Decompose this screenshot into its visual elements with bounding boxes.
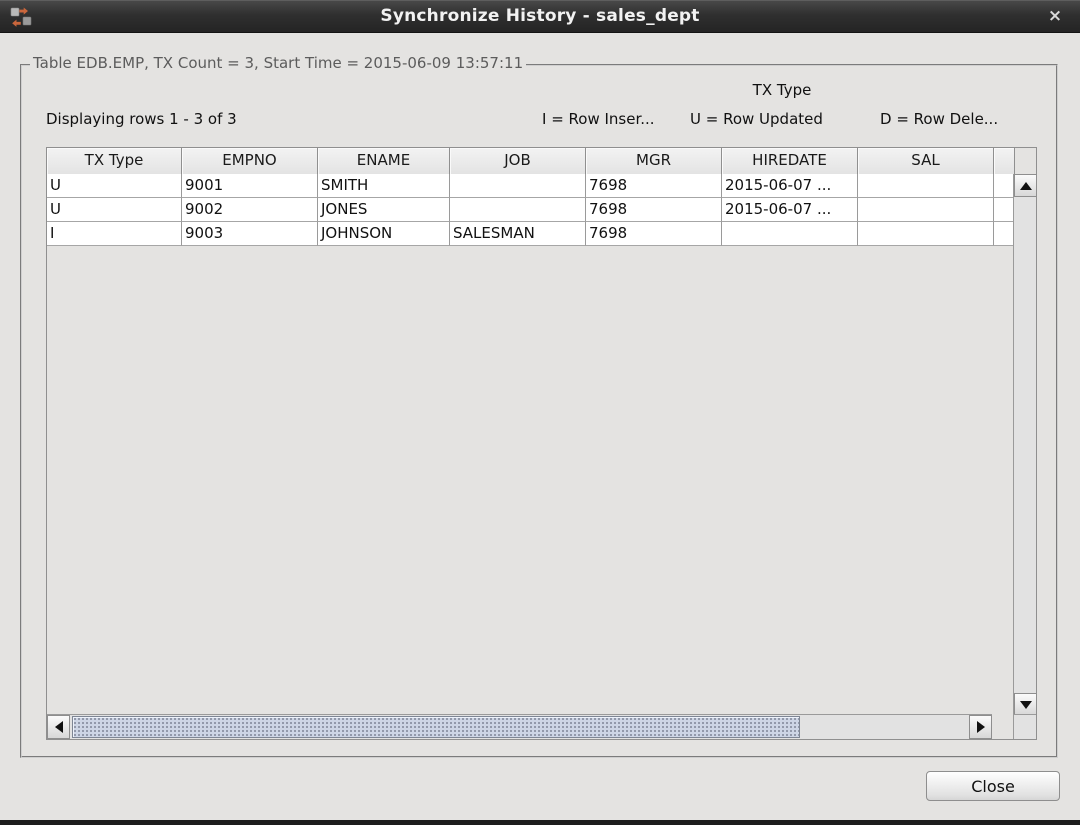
scrollbar-corner [1013, 714, 1036, 739]
table-cell[interactable]: 2015-06-07 ... [722, 198, 858, 222]
left-arrow-icon [55, 721, 63, 733]
table-cell[interactable]: JONES [318, 198, 450, 222]
table-cell[interactable]: 7698 [586, 174, 722, 198]
groupbox-title: Table EDB.EMP, TX Count = 3, Start Time … [30, 54, 526, 72]
column-header-job[interactable]: JOB [450, 148, 586, 174]
scroll-left-button[interactable] [47, 715, 70, 739]
table-scrollpane: TX TypeEMPNOENAMEJOBMGRHIREDATESAL U9001… [46, 147, 1037, 740]
column-header-tx-type[interactable]: TX Type [47, 148, 182, 174]
window-close-icon[interactable]: × [1044, 5, 1066, 27]
table-cell[interactable]: 9003 [182, 222, 318, 246]
table-header-row: TX TypeEMPNOENAMEJOBMGRHIREDATESAL [47, 148, 1015, 174]
column-header-mgr[interactable]: MGR [586, 148, 722, 174]
table-cell[interactable]: U [47, 198, 182, 222]
table-cell-filler [994, 174, 1015, 198]
table-cell[interactable]: 7698 [586, 222, 722, 246]
legend-row-deleted: D = Row Dele... [880, 110, 998, 128]
synchronize-history-dialog: Synchronize History - sales_dept × Table… [0, 0, 1080, 825]
titlebar[interactable]: Synchronize History - sales_dept × [0, 0, 1080, 33]
table-row[interactable]: I9003JOHNSONSALESMAN7698 [47, 222, 1015, 246]
table-cell[interactable]: 7698 [586, 198, 722, 222]
table-groupbox: Table EDB.EMP, TX Count = 3, Start Time … [20, 64, 1058, 758]
window-title: Synchronize History - sales_dept [0, 0, 1080, 33]
column-header-sal[interactable]: SAL [858, 148, 994, 174]
scroll-up-button[interactable] [1014, 174, 1037, 197]
table-row[interactable]: U9002JONES 76982015-06-07 ... [47, 198, 1015, 222]
table-cell[interactable]: U [47, 174, 182, 198]
horizontal-scrollbar-thumb[interactable] [72, 716, 800, 738]
horizontal-scrollbar[interactable] [47, 714, 992, 739]
scroll-down-button[interactable] [1014, 693, 1037, 716]
table-cell[interactable]: SMITH [318, 174, 450, 198]
table-cell[interactable] [858, 198, 994, 222]
tx-type-legend-title: TX Type [712, 81, 852, 99]
down-arrow-icon [1020, 701, 1032, 709]
table-body: U9001SMITH 76982015-06-07 ... U9002JONES 76… [47, 174, 1015, 246]
table-cell[interactable]: 9001 [182, 174, 318, 198]
vertical-scrollbar[interactable] [1013, 174, 1036, 716]
scroll-right-button[interactable] [969, 715, 992, 739]
table-row[interactable]: U9001SMITH 76982015-06-07 ... [47, 174, 1015, 198]
table-cell[interactable]: 9002 [182, 198, 318, 222]
table-cell[interactable]: JOHNSON [318, 222, 450, 246]
right-arrow-icon [977, 721, 985, 733]
column-header-empno[interactable]: EMPNO [182, 148, 318, 174]
table-cell[interactable] [450, 174, 586, 198]
table-cell[interactable] [722, 222, 858, 246]
window-bottom-border [0, 820, 1080, 825]
legend-row-inserted: I = Row Inser... [542, 110, 655, 128]
table-cell-filler [994, 222, 1015, 246]
column-header-ename[interactable]: ENAME [318, 148, 450, 174]
table-cell[interactable] [858, 174, 994, 198]
table-cell[interactable]: 2015-06-07 ... [722, 174, 858, 198]
legend-row-updated: U = Row Updated [690, 110, 823, 128]
table-cell[interactable] [450, 198, 586, 222]
displaying-rows-label: Displaying rows 1 - 3 of 3 [46, 110, 237, 128]
column-header-filler [994, 148, 1015, 174]
column-header-hiredate[interactable]: HIREDATE [722, 148, 858, 174]
up-arrow-icon [1020, 182, 1032, 190]
close-button[interactable]: Close [926, 771, 1060, 801]
table-cell[interactable]: I [47, 222, 182, 246]
table-cell-filler [994, 198, 1015, 222]
table-cell[interactable]: SALESMAN [450, 222, 586, 246]
table-cell[interactable] [858, 222, 994, 246]
